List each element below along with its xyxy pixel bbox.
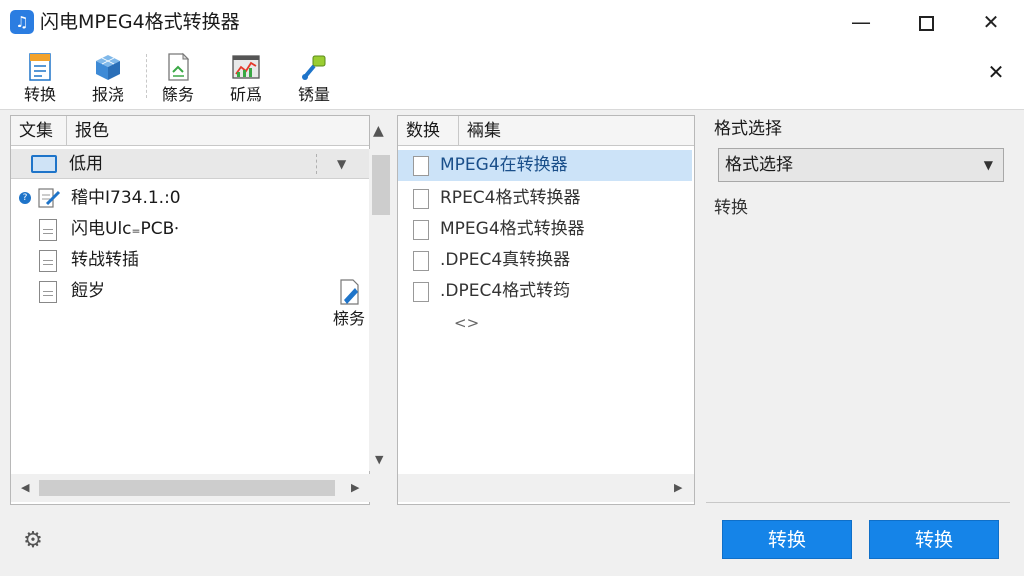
column-header-color[interactable]: 报色 (66, 116, 306, 146)
minimize-button[interactable]: — (838, 6, 884, 38)
file-icon (413, 189, 429, 209)
format-list-item[interactable]: .DPEC4格式转筠 (398, 276, 692, 307)
convert-file-icon (29, 53, 51, 81)
file-icon (413, 282, 429, 302)
close-window-button[interactable]: ✕ (968, 6, 1014, 38)
convert-label: 转换 (714, 198, 748, 218)
format-select-value: 格式选择 (725, 155, 793, 175)
document-icon (168, 52, 190, 81)
folder-selector[interactable]: 低用 ▼ (11, 149, 371, 179)
cube-icon (96, 55, 120, 80)
toolbar-separator (146, 54, 147, 98)
toolbar: 转换 报浇 篨务 斫爲 锈量 ✕ (0, 44, 1024, 110)
file-icon (39, 250, 57, 272)
paint-tool-icon (302, 55, 326, 80)
scrollbar-thumb[interactable] (372, 155, 390, 215)
combo-separator (316, 154, 317, 174)
chart-window-icon (232, 55, 260, 79)
file-icon (39, 281, 57, 303)
format-settings-panel: 格式选择 格式选择 ▼ 转换 (706, 115, 1010, 503)
sort-up-icon[interactable]: ▲ (373, 116, 384, 146)
horizontal-scrollbar[interactable]: ▶ (398, 474, 694, 502)
file-icon (39, 219, 57, 241)
format-list-item[interactable]: MPEG4格式转换器 (398, 214, 692, 245)
file-name: 转战转插 (71, 250, 139, 270)
file-icon (413, 251, 429, 271)
file-browser-header: 文集 报色 ▲ (11, 116, 384, 146)
format-list-item[interactable]: RPEC4格式转换器 (398, 183, 692, 214)
horizontal-scrollbar[interactable]: ◀ ▶ (11, 474, 371, 502)
file-icon (413, 156, 429, 176)
file-icon (413, 220, 429, 240)
format-name: MPEG4格式转换器 (440, 219, 585, 239)
toolbar-report-button[interactable]: 报浇 (80, 50, 136, 106)
column-header-convert[interactable]: 数换 (398, 116, 456, 146)
file-name: 稽中I734.1.:0 (71, 188, 181, 208)
scrollbar-thumb[interactable] (39, 480, 335, 496)
toolbar-task-button[interactable]: 篨务 (150, 50, 206, 106)
format-name: RPEC4格式转换器 (440, 188, 581, 208)
gear-icon[interactable]: ⚙ (20, 528, 46, 554)
maximize-button[interactable] (903, 6, 949, 38)
format-list-panel: 数换 裲集 MPEG4在转换器 RPEC4格式转换器 MPEG4格式转换器 .D… (397, 115, 695, 505)
toolbar-label: 转换 (23, 85, 56, 104)
chevron-down-icon[interactable]: ▼ (337, 152, 346, 176)
info-icon: ? (19, 192, 31, 204)
toolbar-close-button[interactable]: ✕ (984, 60, 1008, 84)
file-list-item[interactable]: 闪电Ulc₌PCB⸱ (11, 214, 366, 244)
format-group-label: 格式选择 (714, 119, 782, 139)
music-note-icon: ♫ (10, 10, 34, 34)
scroll-left-icon[interactable]: ◀ (21, 481, 29, 495)
format-select[interactable]: 格式选择 ▼ (718, 148, 1004, 182)
format-list-item[interactable]: MPEG4在转换器 (398, 150, 692, 181)
format-list-header: 数换 裲集 (398, 116, 694, 146)
format-list-item[interactable]: .DPEC4真转换器 (398, 245, 692, 276)
file-name: 闪电Ulc₌PCB⸱ (71, 219, 179, 239)
folder-label: 低用 (69, 154, 103, 174)
toolbar-label: 斫爲 (229, 85, 262, 104)
file-list-item[interactable]: ? 稽中I734.1.:0 (11, 183, 366, 213)
vertical-scrollbar[interactable]: ▼ (369, 149, 393, 471)
maximize-icon (918, 16, 934, 31)
window-title: 闪电MPEG4格式转换器 (40, 11, 240, 33)
scroll-down-icon[interactable]: ▼ (375, 453, 383, 467)
column-header-files[interactable]: 文集 (11, 116, 66, 146)
toolbar-label: 报浇 (91, 85, 124, 104)
toolbar-label: 锈量 (297, 85, 330, 104)
more-indicator: <> (454, 314, 480, 332)
column-header-set[interactable]: 裲集 (458, 116, 688, 146)
toolbar-label: 篨务 (161, 85, 194, 104)
blue-file-icon (340, 279, 359, 305)
convert-all-button[interactable]: 转换 (869, 520, 999, 559)
task-shortcut[interactable]: 榇务 (329, 278, 369, 330)
scroll-right-icon[interactable]: ▶ (674, 481, 682, 495)
format-name: .DPEC4格式转筠 (440, 281, 571, 301)
format-name: MPEG4在转换器 (440, 155, 568, 175)
folder-icon (31, 155, 57, 173)
file-name: 餖岁 (71, 281, 105, 301)
title-bar: ♫ 闪电MPEG4格式转换器 — ✕ (0, 0, 1024, 44)
file-list-item[interactable]: 餖岁 (11, 276, 366, 306)
format-name: .DPEC4真转换器 (440, 250, 571, 270)
chevron-down-icon: ▼ (983, 158, 993, 172)
scroll-right-icon[interactable]: ▶ (351, 481, 359, 495)
edit-file-icon (38, 188, 61, 208)
convert-button[interactable]: 转换 (722, 520, 852, 559)
toolbar-tools-button[interactable]: 锈量 (286, 50, 342, 106)
file-browser-panel: 文集 报色 ▲ 低用 ▼ ? 稽中I734.1.:0 闪电Ulc₌PCB⸱ 转战… (10, 115, 393, 505)
toolbar-chart-button[interactable]: 斫爲 (218, 50, 274, 106)
task-shortcut-label: 榇务 (332, 309, 365, 328)
file-list-item[interactable]: 转战转插 (11, 245, 366, 275)
toolbar-convert-button[interactable]: 转换 (12, 50, 68, 106)
